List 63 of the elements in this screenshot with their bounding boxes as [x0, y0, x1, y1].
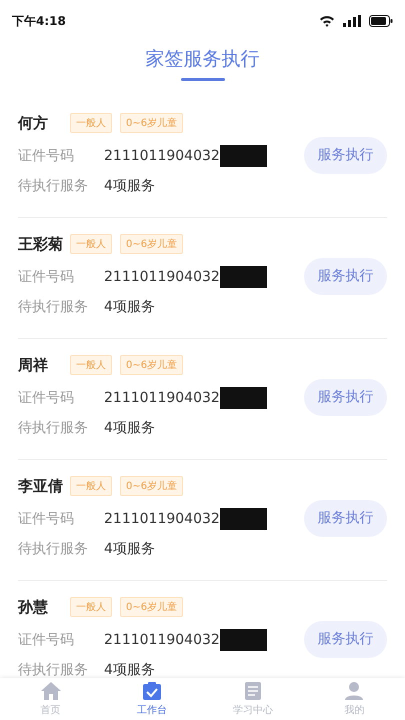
resident-name: 王彩菊 — [18, 234, 62, 254]
category-tag: 一般人 — [70, 113, 112, 133]
category-tag: 0~6岁儿童 — [120, 597, 184, 617]
execute-service-button[interactable]: 服务执行 — [304, 136, 387, 174]
person-icon — [344, 681, 364, 701]
status-time: 下午4:18 — [12, 12, 66, 30]
execute-service-button[interactable]: 服务执行 — [304, 500, 387, 536]
tab-label: 首页 — [40, 704, 61, 717]
tab-item[interactable]: 首页 — [0, 678, 102, 720]
field-label: 证件号码 — [18, 510, 75, 528]
tab-item[interactable]: 学习中心 — [202, 678, 304, 720]
field-label: 证件号码 — [18, 268, 75, 286]
battery-icon — [369, 15, 393, 27]
page-title: 家签服务执行 — [146, 47, 260, 72]
resident-name: 何方 — [18, 114, 49, 132]
category-tag: 0~6岁儿童 — [120, 476, 184, 496]
category-tag: 一般人 — [70, 476, 112, 496]
wifi-icon — [319, 15, 335, 27]
category-tag: 一般人 — [70, 234, 112, 254]
signal-icon — [343, 15, 361, 27]
category-tag: 一般人 — [70, 355, 112, 375]
field-label: 证件号码 — [18, 147, 75, 165]
id-number: 2111011904032 — [104, 148, 220, 164]
tab-label: 学习中心 — [233, 704, 274, 717]
redaction-block — [220, 266, 267, 288]
redaction-block — [220, 508, 267, 530]
resident-name: 周祥 — [18, 356, 49, 374]
pending-services: 4项服务 — [104, 419, 155, 437]
category-tag: 0~6岁儿童 — [120, 355, 184, 375]
resident-name: 孙慧 — [18, 598, 49, 616]
redaction-block — [220, 145, 267, 167]
field-label: 待执行服务 — [18, 540, 89, 558]
field-label: 待执行服务 — [18, 177, 89, 195]
field-label: 证件号码 — [18, 631, 75, 649]
id-number: 2111011904032 — [104, 269, 220, 285]
field-label: 待执行服务 — [18, 661, 89, 679]
tab-item[interactable]: 我的 — [304, 678, 405, 720]
pending-services: 4项服务 — [104, 540, 155, 558]
field-label: 待执行服务 — [18, 419, 89, 437]
id-number: 2111011904032 — [104, 632, 220, 648]
field-label: 证件号码 — [18, 389, 75, 407]
id-number: 2111011904032 — [104, 511, 220, 527]
category-tag: 0~6岁儿童 — [120, 234, 184, 254]
clipboard-check-icon — [142, 681, 162, 701]
document-icon — [244, 681, 262, 701]
execute-service-button[interactable]: 服务执行 — [304, 378, 387, 416]
field-label: 待执行服务 — [18, 298, 89, 316]
redaction-block — [220, 387, 267, 409]
tab-label: 我的 — [344, 704, 364, 717]
id-number: 2111011904032 — [104, 390, 220, 406]
home-icon — [40, 681, 62, 701]
tab-item[interactable]: 工作台 — [101, 678, 202, 720]
resident-name: 李亚倩 — [18, 476, 62, 496]
execute-service-button[interactable]: 服务执行 — [304, 620, 387, 658]
redaction-block — [220, 629, 267, 651]
tab-label: 工作台 — [136, 704, 167, 717]
execute-service-button[interactable]: 服务执行 — [304, 258, 387, 294]
pending-services: 4项服务 — [104, 177, 155, 195]
category-tag: 一般人 — [70, 597, 112, 617]
title-underline — [180, 78, 224, 81]
category-tag: 0~6岁儿童 — [120, 113, 184, 133]
pending-services: 4项服务 — [104, 298, 155, 316]
pending-services: 4项服务 — [104, 661, 155, 679]
